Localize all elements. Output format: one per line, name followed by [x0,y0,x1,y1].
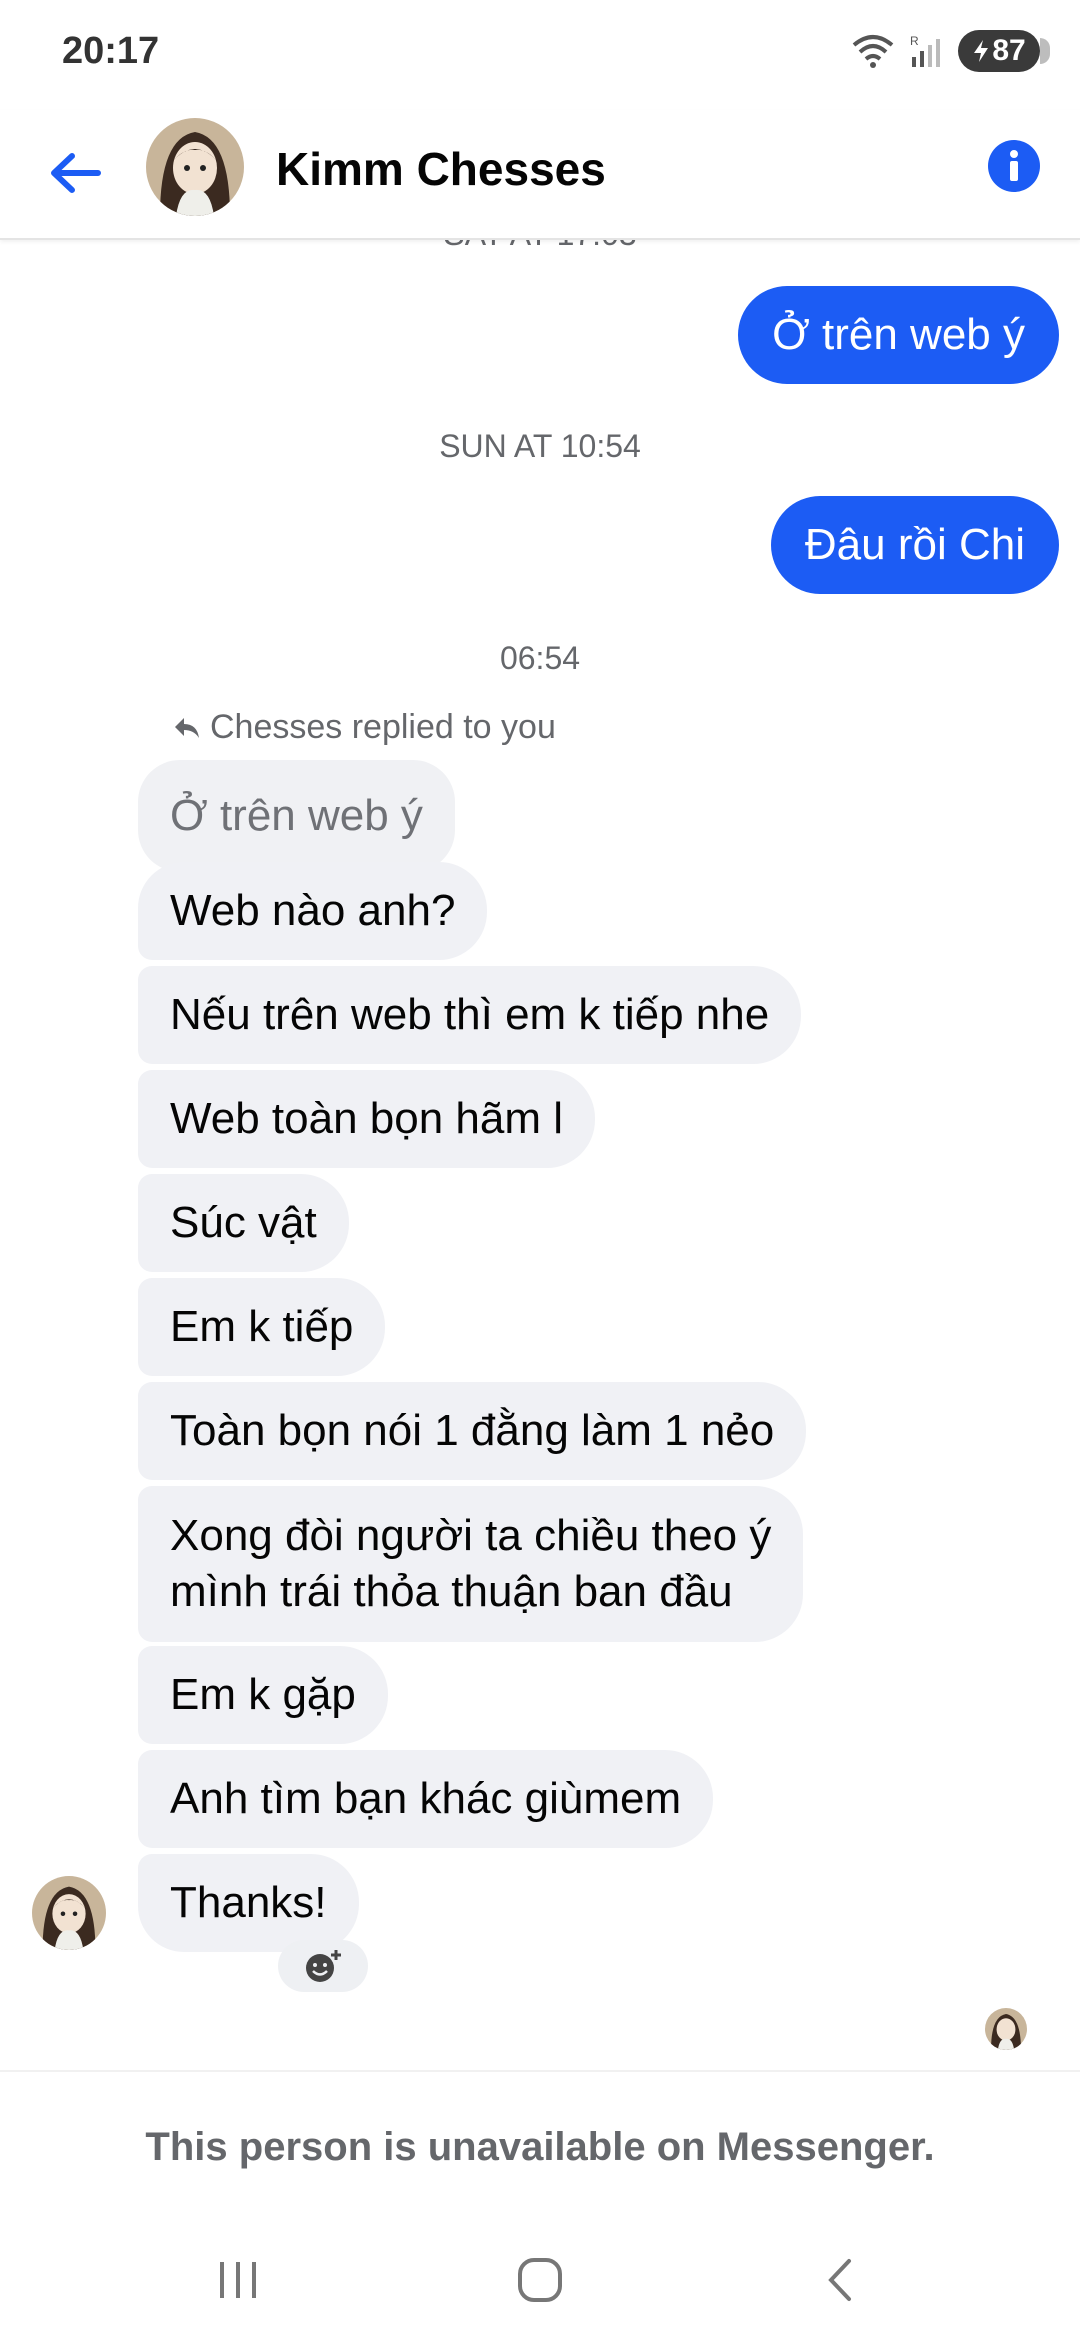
incoming-message[interactable]: Web nào anh? [138,862,488,960]
avatar-image [32,1876,106,1950]
message-line: mình trái thỏa thuận ban đầu [170,1567,733,1616]
home-icon [518,2258,562,2302]
seen-indicator-avatar [985,2008,1027,2050]
contact-name[interactable]: Kimm Chesses [276,142,606,196]
incoming-message[interactable]: Thanks! [138,1854,359,1952]
recent-apps-icon [220,2262,256,2298]
avatar-image [146,118,244,216]
svg-text:R: R [910,34,919,48]
info-button[interactable] [986,138,1042,194]
conversation-header: Kimm Chesses [0,110,1080,240]
incoming-message[interactable]: Web toàn bọn hãm l [138,1070,595,1168]
incoming-message[interactable]: Anh tìm bạn khác giùmem [138,1750,714,1848]
add-reaction-icon [306,1950,341,1982]
status-icons: R 87 [850,30,1050,72]
back-button[interactable] [42,140,108,206]
status-time: 20:17 [62,30,160,72]
incoming-message[interactable]: Súc vật [138,1174,349,1272]
outgoing-message[interactable]: Ở trên web ý [738,286,1059,384]
wifi-icon [852,35,894,68]
reply-indicator: Chesses replied to you [172,708,556,747]
signal-icon: R [910,34,940,67]
unavailable-notice: This person is unavailable on Messenger. [0,2070,1080,2222]
system-navigation-bar [0,2220,1080,2340]
battery-level: 87 [992,34,1026,67]
timestamp: 06:54 [499,640,581,676]
timestamp: SAT AT 17:03 [0,238,1080,253]
battery-icon: 87 [958,30,1050,72]
arrow-left-icon [51,153,101,193]
timestamp: SUN AT 10:54 [439,428,641,464]
sender-avatar[interactable] [32,1876,106,1950]
avatar-image [985,2008,1027,2050]
recent-apps-button[interactable] [198,2250,278,2310]
message-line: Xong đòi người ta chiều theo ý [170,1511,772,1560]
unavailable-text: This person is unavailable on Messenger. [145,2124,935,2169]
outgoing-message[interactable]: Đâu rồi Chi [770,496,1059,594]
message-list[interactable]: SAT AT 17:03 Ở trên web ý SUN AT 10:54 Đ… [0,238,1080,2070]
incoming-message[interactable]: Em k tiếp [138,1278,386,1376]
quoted-message[interactable]: Ở trên web ý [138,760,455,872]
status-bar: 20:17 R 87 [0,0,1080,110]
incoming-message[interactable]: Nếu trên web thì em k tiếp nhe [138,966,802,1064]
add-reaction-button[interactable] [278,1940,368,1992]
contact-avatar[interactable] [146,118,244,216]
chevron-left-icon [828,2259,851,2301]
back-nav-button[interactable] [800,2250,880,2310]
reply-arrow-icon [175,717,199,738]
info-circle-icon [988,140,1040,192]
home-button[interactable] [500,2250,580,2310]
reply-label: Chesses replied to you [210,708,556,746]
incoming-message[interactable]: Toàn bọn nói 1 đằng làm 1 nẻo [138,1382,807,1480]
incoming-message[interactable]: Xong đòi người ta chiều theo ý mình trái… [138,1486,804,1642]
incoming-message[interactable]: Em k gặp [138,1646,388,1744]
